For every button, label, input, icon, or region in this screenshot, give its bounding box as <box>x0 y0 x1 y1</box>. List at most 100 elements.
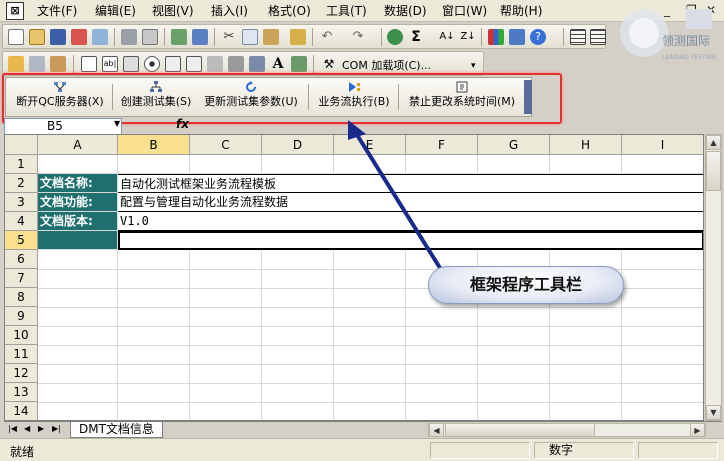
permission-icon[interactable] <box>71 29 87 45</box>
row-header[interactable]: 6 <box>5 250 38 269</box>
first-sheet-icon[interactable]: |◀ <box>8 424 17 433</box>
scroll-bar-icon[interactable] <box>207 56 223 72</box>
row-header[interactable]: 4 <box>5 212 38 231</box>
picture-icon[interactable] <box>291 56 307 72</box>
vertical-scrollbar[interactable]: ▲ ▼ <box>705 134 722 421</box>
column-header[interactable]: C <box>190 135 262 155</box>
spelling-icon[interactable] <box>171 29 187 45</box>
row-header[interactable]: 11 <box>5 345 38 364</box>
cell-a4[interactable]: 文档版本: <box>38 212 118 231</box>
row-header[interactable]: 2 <box>5 174 38 193</box>
scroll-right-icon[interactable]: ▶ <box>690 423 705 437</box>
row-header[interactable]: 10 <box>5 326 38 345</box>
next-sheet-icon[interactable]: ▶ <box>38 424 44 433</box>
research-icon[interactable] <box>192 29 208 45</box>
menu-edit[interactable]: 编辑(E) <box>95 3 136 19</box>
redo-icon[interactable]: ↷ <box>350 29 366 45</box>
menu-file[interactable]: 文件(F) <box>37 3 77 19</box>
chart-wizard-icon[interactable] <box>488 29 504 45</box>
last-sheet-icon[interactable]: ▶| <box>52 424 61 433</box>
row-header[interactable]: 3 <box>5 193 38 212</box>
cell-a5[interactable] <box>38 231 118 250</box>
horizontal-scrollbar[interactable]: ◀ ▶ <box>428 423 706 437</box>
com-addins-button[interactable]: COM 加载项(C)... <box>342 57 431 73</box>
sort-descending-icon[interactable]: Z↓ <box>460 29 476 45</box>
print-icon[interactable] <box>121 29 137 45</box>
menu-format[interactable]: 格式(O) <box>268 3 311 19</box>
align-center-icon[interactable] <box>590 29 606 45</box>
run-business-flow-button[interactable]: 业务流执行(B) <box>312 79 396 115</box>
drawing-icon[interactable] <box>509 29 525 45</box>
cell-a3[interactable]: 文档功能: <box>38 193 118 212</box>
select-all-corner[interactable] <box>5 135 38 155</box>
hyperlink-icon[interactable] <box>387 29 403 45</box>
label-icon[interactable] <box>29 56 45 72</box>
wordart-icon[interactable]: A <box>270 56 286 72</box>
autosum-icon[interactable]: Σ <box>408 29 424 45</box>
edit-text-icon[interactable] <box>8 56 24 72</box>
row-header[interactable]: 13 <box>5 383 38 402</box>
column-header[interactable]: G <box>478 135 550 155</box>
align-left-icon[interactable] <box>570 29 586 45</box>
menu-view[interactable]: 视图(V) <box>152 3 194 19</box>
email-icon[interactable] <box>92 29 108 45</box>
column-header[interactable]: B <box>118 135 190 155</box>
toolbar-options-icon[interactable] <box>524 80 532 114</box>
row-header[interactable]: 9 <box>5 307 38 326</box>
undo-icon[interactable]: ↶ <box>319 29 335 45</box>
menu-window[interactable]: 窗口(W) <box>442 3 487 19</box>
toolbar-options-icon[interactable]: ▾ <box>471 56 481 72</box>
row-header[interactable]: 8 <box>5 288 38 307</box>
row-header[interactable]: 14 <box>5 402 38 420</box>
prev-sheet-icon[interactable]: ◀ <box>24 424 30 433</box>
scroll-thumb[interactable] <box>706 151 721 191</box>
update-test-set-params-button[interactable]: 更新测试集参数(U) <box>199 79 303 115</box>
row-header[interactable]: 1 <box>5 155 38 174</box>
h-scroll-thumb[interactable] <box>445 423 595 437</box>
column-header[interactable]: A <box>38 135 118 155</box>
menu-insert[interactable]: 插入(I) <box>211 3 248 19</box>
menu-data[interactable]: 数据(D) <box>384 3 427 19</box>
open-icon[interactable] <box>29 29 45 45</box>
scroll-left-icon[interactable]: ◀ <box>429 423 444 437</box>
properties-icon[interactable] <box>249 56 265 72</box>
row-header[interactable]: 5 <box>5 231 38 250</box>
refresh-icon <box>246 81 256 92</box>
edit-box-icon[interactable]: ab| <box>102 56 118 72</box>
column-header[interactable]: I <box>622 135 703 155</box>
standard-toolbar: ✂ ↶ ↷ Σ A↓ Z↓ ? <box>2 24 606 49</box>
column-header[interactable]: D <box>262 135 334 155</box>
name-box[interactable]: B5 <box>4 118 122 135</box>
column-header[interactable]: H <box>550 135 622 155</box>
help-icon[interactable]: ? <box>530 29 546 45</box>
format-painter-icon[interactable] <box>290 29 306 45</box>
name-box-dropdown-icon[interactable]: ▼ <box>114 119 120 128</box>
option-button-icon[interactable] <box>144 56 160 72</box>
excel-app-icon[interactable]: ⊠ <box>6 2 24 20</box>
cell-a2[interactable]: 文档名称: <box>38 174 118 193</box>
combo-box-icon[interactable] <box>186 56 202 72</box>
cut-icon[interactable]: ✂ <box>221 29 237 45</box>
row-header[interactable]: 7 <box>5 269 38 288</box>
scroll-up-icon[interactable]: ▲ <box>706 135 721 150</box>
group-box-icon[interactable] <box>50 56 66 72</box>
fx-icon[interactable]: fx <box>176 117 189 131</box>
sheet-tab-dmt[interactable]: DMT文档信息 <box>70 422 163 438</box>
disconnect-qc-server-button[interactable]: 断开QC服务器(X) <box>10 79 110 115</box>
menu-help[interactable]: 帮助(H) <box>500 3 542 19</box>
create-test-set-button[interactable]: 创建测试集(S) <box>116 79 196 115</box>
scroll-down-icon[interactable]: ▼ <box>706 405 721 420</box>
save-icon[interactable] <box>50 29 66 45</box>
menu-tools[interactable]: 工具(T) <box>326 3 367 19</box>
button-control-icon[interactable] <box>123 56 139 72</box>
paste-icon[interactable] <box>263 29 279 45</box>
print-preview-icon[interactable] <box>142 29 158 45</box>
copy-icon[interactable] <box>242 29 258 45</box>
new-icon[interactable] <box>8 29 24 45</box>
list-box-icon[interactable] <box>165 56 181 72</box>
spinner-icon[interactable] <box>228 56 244 72</box>
checkbox-icon[interactable] <box>81 56 97 72</box>
row-header[interactable]: 12 <box>5 364 38 383</box>
sort-ascending-icon[interactable]: A↓ <box>439 29 455 45</box>
disable-system-time-change-button[interactable]: 禁止更改系统时间(M) <box>402 79 522 115</box>
